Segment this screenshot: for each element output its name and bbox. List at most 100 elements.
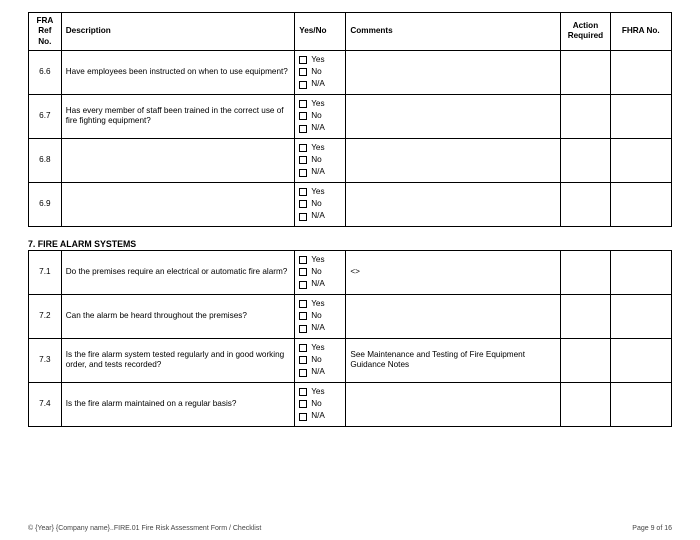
- cell-yesno: YesNoN/A: [295, 182, 346, 226]
- header-fhra: FHRA No.: [610, 13, 671, 51]
- header-desc: Description: [61, 13, 294, 51]
- yes-no-group: Yes No N/A: [299, 255, 341, 290]
- checkbox-na[interactable]: [299, 413, 307, 421]
- checkbox-yes[interactable]: [299, 388, 307, 396]
- checklist-table-1: FRA Ref No. Description Yes/No Comments …: [28, 12, 672, 227]
- cell-description: [61, 182, 294, 226]
- label-no: No: [311, 267, 321, 277]
- label-no: No: [311, 311, 321, 321]
- header-action: Action Required: [561, 13, 610, 51]
- cell-ref: 6.6: [29, 50, 62, 94]
- table-row: 7.1Do the premises require an electrical…: [29, 250, 672, 294]
- checkbox-no[interactable]: [299, 356, 307, 364]
- checkbox-na[interactable]: [299, 169, 307, 177]
- cell-fhra[interactable]: [610, 94, 671, 138]
- cell-action[interactable]: [561, 382, 610, 426]
- cell-comments[interactable]: [346, 294, 561, 338]
- cell-fhra[interactable]: [610, 50, 671, 94]
- cell-comments[interactable]: [346, 50, 561, 94]
- cell-fhra[interactable]: [610, 338, 671, 382]
- cell-action[interactable]: [561, 338, 610, 382]
- table-row: 6.8YesNoN/A: [29, 138, 672, 182]
- cell-comments[interactable]: See Maintenance and Testing of Fire Equi…: [346, 338, 561, 382]
- table-row: 7.4Is the fire alarm maintained on a reg…: [29, 382, 672, 426]
- table-header-row: FRA Ref No. Description Yes/No Comments …: [29, 13, 672, 51]
- table-row: 6.6Have employees been instructed on whe…: [29, 50, 672, 94]
- cell-action[interactable]: [561, 182, 610, 226]
- table-row: 7.2Can the alarm be heard throughout the…: [29, 294, 672, 338]
- header-yn: Yes/No: [295, 13, 346, 51]
- checkbox-no[interactable]: [299, 156, 307, 164]
- label-yes: Yes: [311, 143, 324, 153]
- cell-action[interactable]: [561, 294, 610, 338]
- cell-action[interactable]: [561, 94, 610, 138]
- label-no: No: [311, 399, 321, 409]
- cell-comments[interactable]: [346, 94, 561, 138]
- cell-action[interactable]: [561, 138, 610, 182]
- table-row: 7.3Is the fire alarm system tested regul…: [29, 338, 672, 382]
- label-na: N/A: [311, 279, 325, 289]
- checkbox-na[interactable]: [299, 125, 307, 133]
- label-yes: Yes: [311, 387, 324, 397]
- yes-no-group: YesNoN/A: [299, 187, 341, 222]
- cell-yesno: YesNoN/A: [295, 94, 346, 138]
- checkbox-no[interactable]: [299, 112, 307, 120]
- label-yes: Yes: [311, 299, 324, 309]
- cell-fhra[interactable]: [610, 138, 671, 182]
- checklist-table-2: 7.1Do the premises require an electrical…: [28, 250, 672, 427]
- label-yes: Yes: [311, 255, 324, 265]
- label-no: No: [311, 355, 321, 365]
- checkbox-na[interactable]: [299, 325, 307, 333]
- yes-no-group: YesNoN/A: [299, 143, 341, 178]
- cell-comments[interactable]: <>: [346, 250, 561, 294]
- checkbox-no[interactable]: [299, 200, 307, 208]
- checkbox-na[interactable]: [299, 281, 307, 289]
- label-na: N/A: [311, 367, 325, 377]
- checkbox-no[interactable]: [299, 312, 307, 320]
- cell-comments[interactable]: [346, 382, 561, 426]
- checkbox-yes[interactable]: [299, 300, 307, 308]
- table-row: 6.9YesNoN/A: [29, 182, 672, 226]
- checkbox-no[interactable]: [299, 268, 307, 276]
- cell-fhra[interactable]: [610, 250, 671, 294]
- checkbox-yes[interactable]: [299, 56, 307, 64]
- footer-right: Page 9 of 16: [632, 525, 672, 532]
- yes-no-group: Yes No N/A: [299, 299, 341, 334]
- cell-yesno: YesNoN/A: [295, 138, 346, 182]
- header-comm: Comments: [346, 13, 561, 51]
- label-no: No: [311, 155, 321, 165]
- cell-fhra[interactable]: [610, 182, 671, 226]
- checkbox-yes[interactable]: [299, 144, 307, 152]
- yes-no-group: YesNoN/A: [299, 387, 341, 422]
- header-ref: FRA Ref No.: [29, 13, 62, 51]
- checkbox-no[interactable]: [299, 400, 307, 408]
- label-na: N/A: [311, 211, 325, 221]
- checkbox-yes[interactable]: [299, 256, 307, 264]
- checkbox-yes[interactable]: [299, 344, 307, 352]
- cell-comments[interactable]: [346, 182, 561, 226]
- cell-ref: 6.7: [29, 94, 62, 138]
- cell-yesno: Yes No N/A: [295, 294, 346, 338]
- cell-action[interactable]: [561, 250, 610, 294]
- label-na: N/A: [311, 123, 325, 133]
- cell-comments[interactable]: [346, 138, 561, 182]
- footer-left: © {Year} {Company name}..FIRE.01 Fire Ri…: [28, 525, 261, 532]
- cell-ref: 7.1: [29, 250, 62, 294]
- label-yes: Yes: [311, 187, 324, 197]
- cell-yesno: Yes No N/A: [295, 338, 346, 382]
- cell-description: Have employees been instructed on when t…: [61, 50, 294, 94]
- cell-fhra[interactable]: [610, 294, 671, 338]
- checkbox-no[interactable]: [299, 68, 307, 76]
- cell-fhra[interactable]: [610, 382, 671, 426]
- table-row: 6.7Has every member of staff been traine…: [29, 94, 672, 138]
- checkbox-na[interactable]: [299, 369, 307, 377]
- cell-action[interactable]: [561, 50, 610, 94]
- label-yes: Yes: [311, 343, 324, 353]
- label-no: No: [311, 111, 321, 121]
- checkbox-yes[interactable]: [299, 188, 307, 196]
- cell-description: [61, 138, 294, 182]
- checkbox-na[interactable]: [299, 81, 307, 89]
- checkbox-yes[interactable]: [299, 100, 307, 108]
- checkbox-na[interactable]: [299, 213, 307, 221]
- label-na: N/A: [311, 323, 325, 333]
